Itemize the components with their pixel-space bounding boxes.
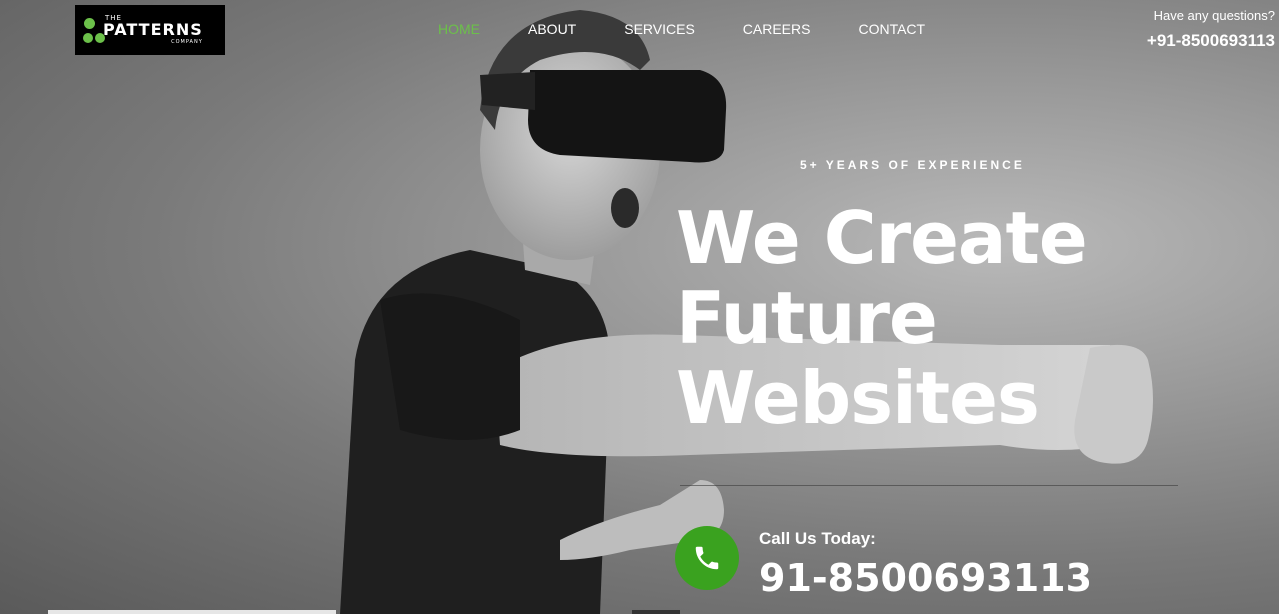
logo-company: COMPANY: [171, 39, 203, 45]
hero-divider: [680, 485, 1178, 486]
hero-headline: We Create Future Websites: [676, 198, 1196, 438]
nav-careers[interactable]: CAREERS: [743, 21, 811, 37]
logo-name: PATTERNS: [103, 20, 203, 39]
phone-glyph-icon: [695, 546, 719, 570]
header-contact: Have any questions? +91-8500693113: [1147, 8, 1275, 51]
contact-question: Have any questions?: [1153, 8, 1275, 23]
headline-line-2: Future: [676, 276, 938, 360]
nav-about[interactable]: ABOUT: [528, 21, 576, 37]
call-label: Call Us Today:: [759, 529, 876, 548]
logo-dots-icon: [83, 15, 109, 45]
phone-icon[interactable]: [675, 526, 739, 590]
bottom-strip: [48, 610, 336, 614]
nav-contact[interactable]: CONTACT: [858, 21, 925, 37]
headline-line-1: We Create: [676, 196, 1088, 280]
logo-wordmark: THE PATTERNS COMPANY: [103, 15, 203, 45]
header-phone-link[interactable]: +91-8500693113: [1147, 31, 1275, 51]
nav-home[interactable]: HOME: [438, 21, 480, 37]
nav-services[interactable]: SERVICES: [624, 21, 695, 37]
headline-line-3: Websites: [676, 356, 1040, 440]
company-logo[interactable]: THE PATTERNS COMPANY: [75, 5, 225, 55]
call-number-link[interactable]: 91-8500693113: [759, 556, 1092, 600]
bottom-strip-dark: [632, 610, 680, 614]
main-nav: HOME ABOUT SERVICES CAREERS CONTACT: [438, 21, 973, 37]
hero-tagline: 5+ YEARS OF EXPERIENCE: [800, 158, 1025, 172]
